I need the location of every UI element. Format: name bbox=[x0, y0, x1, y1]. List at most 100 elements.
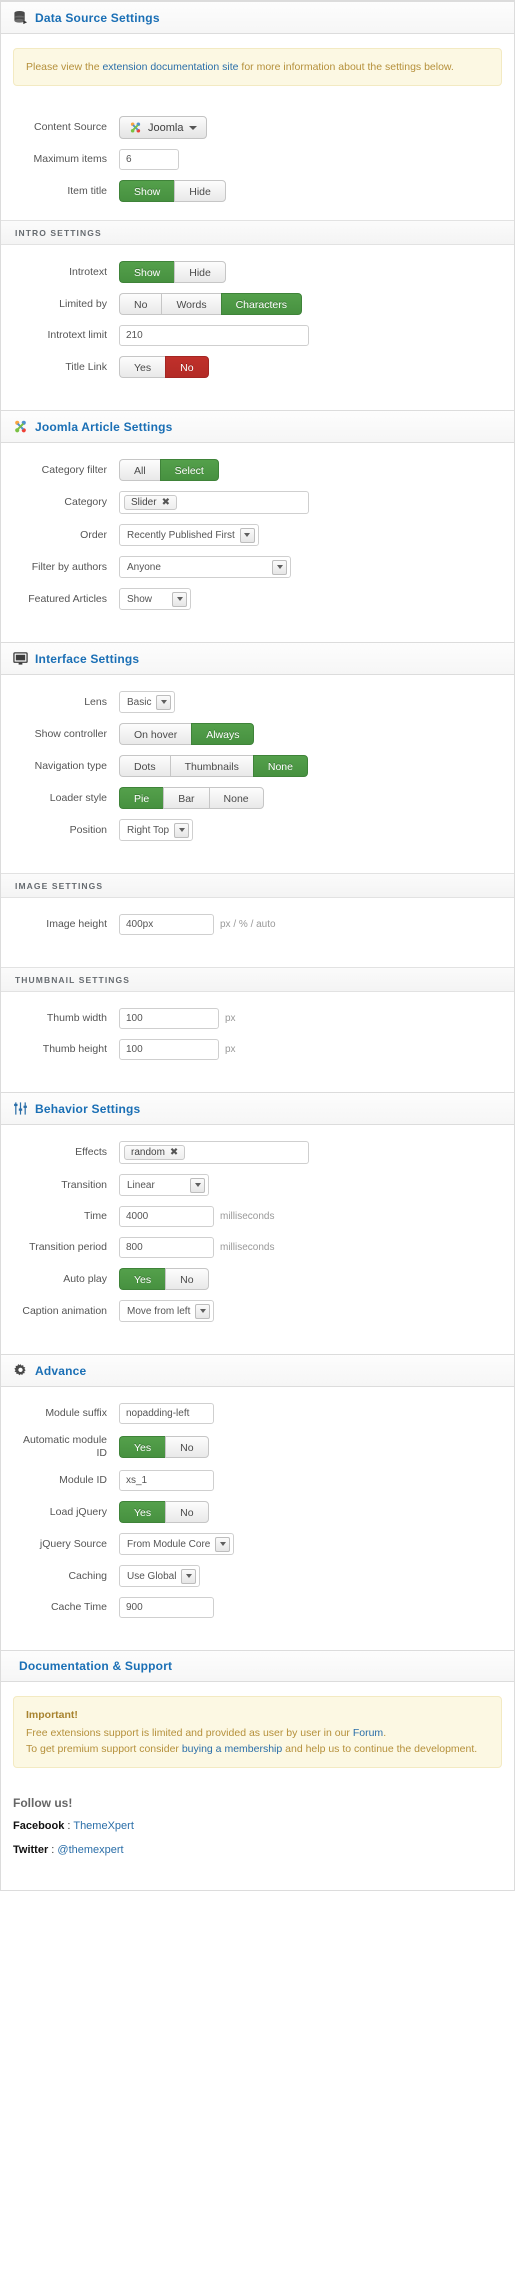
order-select[interactable]: Recently Published First bbox=[119, 524, 259, 546]
category-tag-label: Slider bbox=[131, 497, 157, 508]
navigation-type-option-none[interactable]: None bbox=[252, 755, 308, 777]
support-notice-important: Important! bbox=[26, 1709, 78, 1721]
chevron-down-icon[interactable] bbox=[181, 1568, 197, 1584]
automatic-module-id-option-no[interactable]: No bbox=[165, 1436, 209, 1458]
row-transition: Transition Linear bbox=[11, 1174, 504, 1196]
label-position: Position bbox=[69, 823, 107, 836]
label-image-height: Image height bbox=[46, 918, 107, 930]
content-source-dropdown[interactable]: Joomla bbox=[119, 116, 208, 139]
category-tag-field[interactable]: Slider ✖ bbox=[119, 491, 309, 514]
thumb-width-suffix: px bbox=[225, 1013, 236, 1024]
auto-play-option-yes[interactable]: Yes bbox=[119, 1268, 166, 1290]
chevron-down-icon[interactable] bbox=[272, 559, 287, 575]
category-filter-option-all[interactable]: All bbox=[119, 459, 160, 481]
position-select[interactable]: Right Top bbox=[119, 819, 194, 841]
title-link-option-yes[interactable]: Yes bbox=[119, 356, 166, 378]
extension-documentation-link[interactable]: extension documentation site bbox=[102, 61, 238, 73]
loader-style-option-pie[interactable]: Pie bbox=[119, 787, 164, 809]
filter-by-authors-select[interactable]: Anyone bbox=[119, 556, 291, 578]
introtext-option-hide[interactable]: Hide bbox=[174, 261, 226, 283]
section-header-documentation: Documentation & Support bbox=[1, 1650, 514, 1682]
limited-by-option-characters[interactable]: Characters bbox=[220, 293, 302, 315]
limited-by-option-words[interactable]: Words bbox=[161, 293, 221, 315]
show-controller-option-always[interactable]: Always bbox=[191, 723, 255, 745]
section-title: Joomla Article Settings bbox=[35, 419, 173, 434]
chevron-down-icon[interactable] bbox=[190, 1177, 205, 1193]
category-filter-option-select[interactable]: Select bbox=[159, 459, 219, 481]
follow-us-block: Follow us! Facebook : ThemeXpert Twitter… bbox=[1, 1782, 514, 1890]
section-title: Behavior Settings bbox=[35, 1101, 141, 1116]
label-limited-by: Limited by bbox=[59, 297, 107, 310]
caching-select[interactable]: Use Global bbox=[119, 1565, 201, 1587]
automatic-module-id-toggle: Yes No bbox=[119, 1436, 209, 1458]
order-value: Recently Published First bbox=[127, 529, 235, 541]
auto-play-option-no[interactable]: No bbox=[165, 1268, 209, 1290]
show-controller-toggle: On hover Always bbox=[119, 723, 255, 745]
item-title-option-hide[interactable]: Hide bbox=[174, 180, 226, 202]
introtext-limit-input[interactable] bbox=[119, 325, 309, 346]
buy-membership-link[interactable]: buying a membership bbox=[182, 1743, 282, 1755]
chevron-down-icon[interactable] bbox=[172, 591, 187, 607]
lens-value: Basic bbox=[127, 696, 152, 708]
thumb-height-input[interactable] bbox=[119, 1039, 219, 1060]
title-link-option-no[interactable]: No bbox=[165, 356, 209, 378]
image-height-input[interactable] bbox=[119, 914, 214, 935]
effects-tag-field[interactable]: random ✖ bbox=[119, 1141, 309, 1164]
label-lens: Lens bbox=[84, 695, 107, 708]
chevron-down-icon[interactable] bbox=[195, 1303, 211, 1319]
twitter-link[interactable]: @themexpert bbox=[57, 1844, 123, 1856]
label-category-filter: Category filter bbox=[41, 463, 107, 476]
joomla-icon bbox=[129, 121, 142, 134]
chevron-down-icon[interactable] bbox=[239, 527, 255, 543]
module-id-input[interactable] bbox=[119, 1470, 214, 1491]
load-jquery-option-no[interactable]: No bbox=[165, 1501, 209, 1523]
limited-by-option-no[interactable]: No bbox=[119, 293, 162, 315]
module-suffix-input[interactable] bbox=[119, 1403, 214, 1424]
auto-play-toggle: Yes No bbox=[119, 1268, 209, 1290]
label-title-link: Title Link bbox=[65, 360, 107, 373]
section-header-interface: Interface Settings bbox=[1, 642, 514, 675]
introtext-option-show[interactable]: Show bbox=[119, 261, 175, 283]
facebook-link[interactable]: ThemeXpert bbox=[73, 1820, 134, 1832]
close-icon[interactable]: ✖ bbox=[170, 1147, 178, 1158]
label-order: Order bbox=[80, 528, 107, 541]
forum-link[interactable]: Forum bbox=[353, 1727, 383, 1739]
featured-articles-select[interactable]: Show bbox=[119, 588, 191, 610]
label-introtext: Introtext bbox=[69, 265, 107, 278]
effects-tag-label: random bbox=[131, 1147, 165, 1158]
label-automatic-module-id: Automatic module ID bbox=[22, 1434, 107, 1459]
load-jquery-option-yes[interactable]: Yes bbox=[119, 1501, 166, 1523]
transition-value: Linear bbox=[127, 1179, 155, 1191]
lens-select[interactable]: Basic bbox=[119, 691, 176, 713]
item-title-option-show[interactable]: Show bbox=[119, 180, 175, 202]
chevron-down-icon[interactable] bbox=[174, 822, 190, 838]
close-icon[interactable]: ✖ bbox=[162, 497, 170, 508]
effects-tag[interactable]: random ✖ bbox=[124, 1145, 186, 1160]
section-header-joomla-article: Joomla Article Settings bbox=[1, 410, 514, 443]
filter-by-authors-value: Anyone bbox=[127, 561, 161, 573]
navigation-type-option-thumbnails[interactable]: Thumbnails bbox=[169, 755, 253, 777]
category-tag[interactable]: Slider ✖ bbox=[124, 495, 177, 510]
notice-text-after: for more information about the settings … bbox=[238, 61, 454, 73]
caption-animation-select[interactable]: Move from left bbox=[119, 1300, 215, 1322]
row-jquery-source: jQuery Source From Module Core bbox=[11, 1533, 504, 1555]
transition-period-input[interactable] bbox=[119, 1237, 214, 1258]
label-auto-play: Auto play bbox=[63, 1272, 107, 1285]
automatic-module-id-option-yes[interactable]: Yes bbox=[119, 1436, 166, 1458]
jquery-source-select[interactable]: From Module Core bbox=[119, 1533, 235, 1555]
row-caption-animation: Caption animation Move from left bbox=[11, 1300, 504, 1322]
show-controller-option-on-hover[interactable]: On hover bbox=[119, 723, 192, 745]
transition-select[interactable]: Linear bbox=[119, 1174, 209, 1196]
time-input[interactable] bbox=[119, 1206, 214, 1227]
loader-style-option-none[interactable]: None bbox=[208, 787, 264, 809]
chevron-down-icon[interactable] bbox=[156, 694, 172, 710]
twitter-row: Twitter : @themexpert bbox=[13, 1844, 502, 1856]
thumb-width-input[interactable] bbox=[119, 1008, 219, 1029]
intro-body: Introtext Show Hide Limited by No Words … bbox=[1, 245, 514, 410]
maximum-items-input[interactable] bbox=[119, 149, 179, 170]
loader-style-option-bar[interactable]: Bar bbox=[163, 787, 209, 809]
label-featured-articles: Featured Articles bbox=[28, 592, 107, 605]
chevron-down-icon[interactable] bbox=[215, 1536, 231, 1552]
navigation-type-option-dots[interactable]: Dots bbox=[119, 755, 170, 777]
cache-time-input[interactable] bbox=[119, 1597, 214, 1618]
